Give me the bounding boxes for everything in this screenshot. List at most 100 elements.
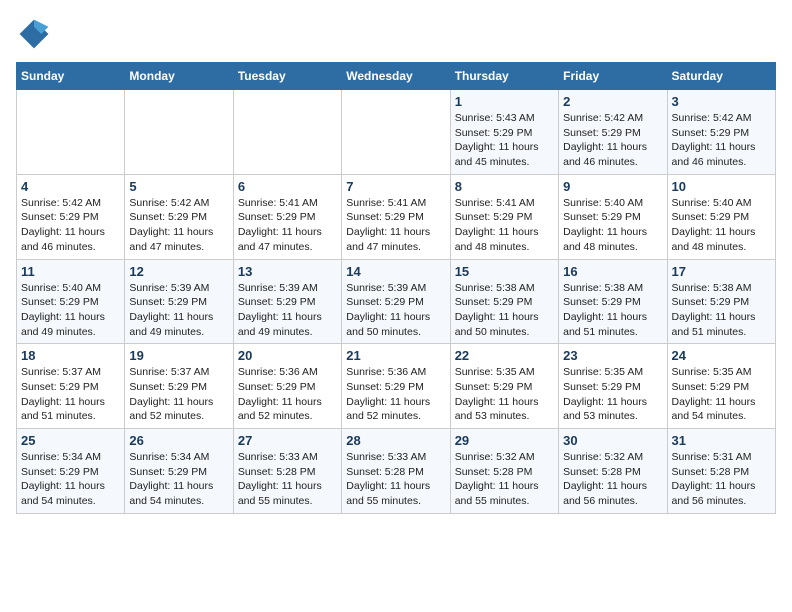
day-info: Sunrise: 5:42 AM Sunset: 5:29 PM Dayligh… bbox=[563, 111, 662, 170]
day-info: Sunrise: 5:40 AM Sunset: 5:29 PM Dayligh… bbox=[672, 196, 771, 255]
day-number: 8 bbox=[455, 179, 554, 194]
calendar-cell: 31Sunrise: 5:31 AM Sunset: 5:28 PM Dayli… bbox=[667, 429, 775, 514]
day-number: 26 bbox=[129, 433, 228, 448]
day-number: 30 bbox=[563, 433, 662, 448]
header-friday: Friday bbox=[559, 63, 667, 90]
day-number: 22 bbox=[455, 348, 554, 363]
week-row-4: 18 Sunrise: 5:37 AM Sunset: 5:29 PM Dayli… bbox=[17, 344, 776, 429]
day-number: 13 bbox=[238, 264, 337, 279]
day-number: 16 bbox=[563, 264, 662, 279]
calendar-cell bbox=[342, 90, 450, 175]
header-wednesday: Wednesday bbox=[342, 63, 450, 90]
day-number: 28 bbox=[346, 433, 445, 448]
calendar-cell: 20 Sunrise: 5:36 AM Sunset: 5:29 PM Dayli… bbox=[233, 344, 341, 429]
day-info: Sunrise: 5:38 AM Sunset: 5:29 PM Dayligh… bbox=[563, 281, 662, 340]
day-info: Sunrise: 5:41 AM Sunset: 5:29 PM Dayligh… bbox=[455, 196, 554, 255]
calendar-table: SundayMondayTuesdayWednesdayThursdayFrid… bbox=[16, 62, 776, 514]
day-info: Sunrise: 5:40 AM Sunset: 5:29 PM Dayligh… bbox=[563, 196, 662, 255]
day-info: Sunrise: 5:39 AM Sunset: 5:29 PM Dayligh… bbox=[346, 281, 445, 340]
calendar-cell: 19 Sunrise: 5:37 AM Sunset: 5:29 PM Dayli… bbox=[125, 344, 233, 429]
day-info: Sunrise: 5:36 AM Sunset: 5:29 PM Dayligh… bbox=[346, 365, 445, 424]
day-number: 11 bbox=[21, 264, 120, 279]
day-number: 29 bbox=[455, 433, 554, 448]
day-info: Sunrise: 5:42 AM Sunset: 5:29 PM Dayligh… bbox=[672, 111, 771, 170]
calendar-cell bbox=[17, 90, 125, 175]
day-info: Sunrise: 5:39 AM Sunset: 5:29 PM Dayligh… bbox=[238, 281, 337, 340]
day-number: 25 bbox=[21, 433, 120, 448]
day-number: 17 bbox=[672, 264, 771, 279]
day-number: 9 bbox=[563, 179, 662, 194]
day-info: Sunrise: 5:33 AM Sunset: 5:28 PM Dayligh… bbox=[346, 450, 445, 509]
calendar-cell: 14Sunrise: 5:39 AM Sunset: 5:29 PM Dayli… bbox=[342, 259, 450, 344]
day-info: Sunrise: 5:35 AM Sunset: 5:29 PM Dayligh… bbox=[455, 365, 554, 424]
calendar-cell: 10 Sunrise: 5:40 AM Sunset: 5:29 PM Dayli… bbox=[667, 174, 775, 259]
day-info: Sunrise: 5:38 AM Sunset: 5:29 PM Dayligh… bbox=[455, 281, 554, 340]
day-info: Sunrise: 5:35 AM Sunset: 5:29 PM Dayligh… bbox=[563, 365, 662, 424]
day-number: 20 bbox=[238, 348, 337, 363]
week-row-2: 4 Sunrise: 5:42 AM Sunset: 5:29 PM Daylig… bbox=[17, 174, 776, 259]
day-info: Sunrise: 5:37 AM Sunset: 5:29 PM Dayligh… bbox=[129, 365, 228, 424]
calendar-cell: 1 Sunrise: 5:43 AM Sunset: 5:29 PM Daylig… bbox=[450, 90, 558, 175]
day-info: Sunrise: 5:35 AM Sunset: 5:29 PM Dayligh… bbox=[672, 365, 771, 424]
day-info: Sunrise: 5:37 AM Sunset: 5:29 PM Dayligh… bbox=[21, 365, 120, 424]
day-number: 24 bbox=[672, 348, 771, 363]
header-tuesday: Tuesday bbox=[233, 63, 341, 90]
calendar-cell: 2 Sunrise: 5:42 AM Sunset: 5:29 PM Daylig… bbox=[559, 90, 667, 175]
calendar-cell: 30 Sunrise: 5:32 AM Sunset: 5:28 PM Dayli… bbox=[559, 429, 667, 514]
calendar-cell: 25 Sunrise: 5:34 AM Sunset: 5:29 PM Dayli… bbox=[17, 429, 125, 514]
day-number: 18 bbox=[21, 348, 120, 363]
week-row-5: 25 Sunrise: 5:34 AM Sunset: 5:29 PM Dayli… bbox=[17, 429, 776, 514]
day-info: Sunrise: 5:41 AM Sunset: 5:29 PM Dayligh… bbox=[238, 196, 337, 255]
calendar-cell: 17 Sunrise: 5:38 AM Sunset: 5:29 PM Dayli… bbox=[667, 259, 775, 344]
calendar-cell: 6Sunrise: 5:41 AM Sunset: 5:29 PM Daylig… bbox=[233, 174, 341, 259]
calendar-cell: 21Sunrise: 5:36 AM Sunset: 5:29 PM Dayli… bbox=[342, 344, 450, 429]
week-row-1: 1 Sunrise: 5:43 AM Sunset: 5:29 PM Daylig… bbox=[17, 90, 776, 175]
day-info: Sunrise: 5:34 AM Sunset: 5:29 PM Dayligh… bbox=[129, 450, 228, 509]
calendar-cell: 13 Sunrise: 5:39 AM Sunset: 5:29 PM Dayli… bbox=[233, 259, 341, 344]
logo bbox=[16, 16, 56, 52]
calendar-cell: 26 Sunrise: 5:34 AM Sunset: 5:29 PM Dayli… bbox=[125, 429, 233, 514]
day-number: 7 bbox=[346, 179, 445, 194]
day-number: 2 bbox=[563, 94, 662, 109]
header-monday: Monday bbox=[125, 63, 233, 90]
day-info: Sunrise: 5:43 AM Sunset: 5:29 PM Dayligh… bbox=[455, 111, 554, 170]
day-number: 10 bbox=[672, 179, 771, 194]
day-number: 27 bbox=[238, 433, 337, 448]
calendar-cell: 18 Sunrise: 5:37 AM Sunset: 5:29 PM Dayli… bbox=[17, 344, 125, 429]
calendar-cell bbox=[125, 90, 233, 175]
day-info: Sunrise: 5:40 AM Sunset: 5:29 PM Dayligh… bbox=[21, 281, 120, 340]
day-number: 3 bbox=[672, 94, 771, 109]
calendar-cell: 27Sunrise: 5:33 AM Sunset: 5:28 PM Dayli… bbox=[233, 429, 341, 514]
week-row-3: 11 Sunrise: 5:40 AM Sunset: 5:29 PM Dayli… bbox=[17, 259, 776, 344]
page-header bbox=[16, 16, 776, 52]
day-info: Sunrise: 5:32 AM Sunset: 5:28 PM Dayligh… bbox=[563, 450, 662, 509]
calendar-cell bbox=[233, 90, 341, 175]
day-number: 19 bbox=[129, 348, 228, 363]
calendar-cell: 3 Sunrise: 5:42 AM Sunset: 5:29 PM Daylig… bbox=[667, 90, 775, 175]
header-saturday: Saturday bbox=[667, 63, 775, 90]
calendar-cell: 24 Sunrise: 5:35 AM Sunset: 5:29 PM Dayli… bbox=[667, 344, 775, 429]
day-info: Sunrise: 5:38 AM Sunset: 5:29 PM Dayligh… bbox=[672, 281, 771, 340]
header-sunday: Sunday bbox=[17, 63, 125, 90]
day-number: 4 bbox=[21, 179, 120, 194]
day-number: 23 bbox=[563, 348, 662, 363]
calendar-cell: 4 Sunrise: 5:42 AM Sunset: 5:29 PM Daylig… bbox=[17, 174, 125, 259]
day-number: 12 bbox=[129, 264, 228, 279]
day-info: Sunrise: 5:36 AM Sunset: 5:29 PM Dayligh… bbox=[238, 365, 337, 424]
calendar-cell: 5Sunrise: 5:42 AM Sunset: 5:29 PM Daylig… bbox=[125, 174, 233, 259]
day-info: Sunrise: 5:42 AM Sunset: 5:29 PM Dayligh… bbox=[21, 196, 120, 255]
day-number: 15 bbox=[455, 264, 554, 279]
calendar-cell: 29Sunrise: 5:32 AM Sunset: 5:28 PM Dayli… bbox=[450, 429, 558, 514]
calendar-cell: 9 Sunrise: 5:40 AM Sunset: 5:29 PM Daylig… bbox=[559, 174, 667, 259]
day-info: Sunrise: 5:41 AM Sunset: 5:29 PM Dayligh… bbox=[346, 196, 445, 255]
calendar-cell: 11 Sunrise: 5:40 AM Sunset: 5:29 PM Dayli… bbox=[17, 259, 125, 344]
day-info: Sunrise: 5:34 AM Sunset: 5:29 PM Dayligh… bbox=[21, 450, 120, 509]
calendar-cell: 16 Sunrise: 5:38 AM Sunset: 5:29 PM Dayli… bbox=[559, 259, 667, 344]
calendar-cell: 12Sunrise: 5:39 AM Sunset: 5:29 PM Dayli… bbox=[125, 259, 233, 344]
day-number: 1 bbox=[455, 94, 554, 109]
calendar-cell: 23 Sunrise: 5:35 AM Sunset: 5:29 PM Dayli… bbox=[559, 344, 667, 429]
calendar-cell: 8 Sunrise: 5:41 AM Sunset: 5:29 PM Daylig… bbox=[450, 174, 558, 259]
calendar-cell: 7 Sunrise: 5:41 AM Sunset: 5:29 PM Daylig… bbox=[342, 174, 450, 259]
calendar-cell: 28 Sunrise: 5:33 AM Sunset: 5:28 PM Dayli… bbox=[342, 429, 450, 514]
logo-icon bbox=[16, 16, 52, 52]
